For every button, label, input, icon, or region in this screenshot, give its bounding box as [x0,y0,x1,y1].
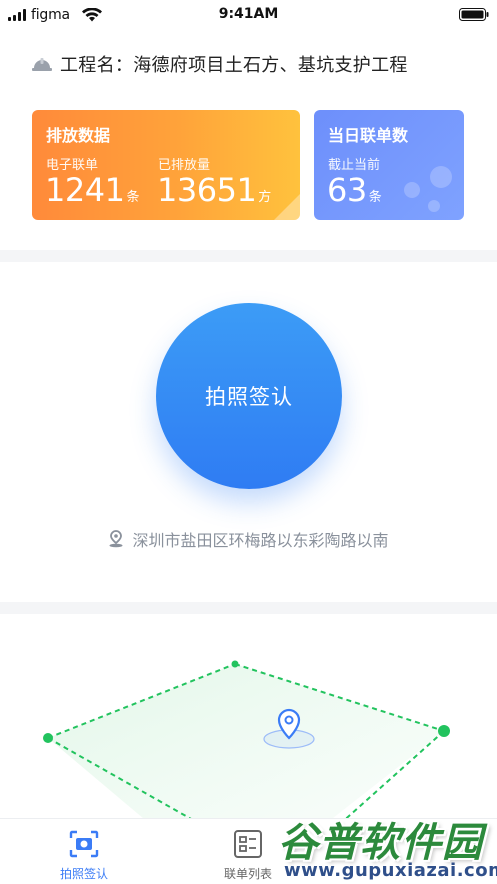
address-text: 深圳市盐田区环梅路以东彩陶路以南 [132,531,389,550]
watermark-url: www.gupuxiazai.com [284,860,497,881]
helmet-icon [32,58,52,71]
electronic-manifest-stat: 1241 条 [45,170,139,218]
daily-count-value: 63 [327,171,367,209]
discharged-amount-stat: 13651 方 [157,170,271,218]
discharge-card-title: 排放数据 [46,126,111,145]
geofence-vertex [231,660,239,668]
bubble-decoration [430,166,452,188]
discharge-data-card[interactable]: 排放数据 电子联单 1241 条 已排放量 13651 方 [32,110,300,220]
bubble-decoration [404,182,420,198]
geofence-vertex [43,733,53,743]
bubble-decoration [428,200,440,212]
page-fold-decoration [274,194,300,220]
geofence-map[interactable] [0,614,497,818]
camera-scan-icon [69,830,99,858]
geofence-area [48,664,444,818]
project-title: 工程名：海德府项目土石方、基坑支护工程 [32,52,408,76]
daily-card-title: 当日联单数 [328,126,409,145]
photo-sign-button[interactable]: 拍照签认 [156,303,342,489]
location-pin-icon [109,530,123,548]
project-name: 工程名：海德府项目土石方、基坑支护工程 [60,55,408,76]
tab-photo-sign[interactable]: 拍照签认 [22,819,146,884]
discharged-amount-unit: 方 [258,190,271,205]
daily-manifest-card[interactable]: 当日联单数 截止当前 63 条 [314,110,464,220]
daily-count-unit: 条 [368,190,382,205]
battery-icon [459,8,489,21]
current-location: 深圳市盐田区环梅路以东彩陶路以南 [0,527,497,551]
section-divider [0,250,497,262]
daily-count-stat: 63 条 [327,170,382,218]
site-watermark: 谷普软件园 www.gupuxiazai.com [274,806,497,883]
discharged-amount-value: 13651 [157,171,257,209]
tab-label: 拍照签认 [59,867,108,881]
geofence-svg [43,660,450,818]
electronic-manifest-value: 1241 [45,171,125,209]
electronic-manifest-unit: 条 [126,190,139,205]
list-icon [234,830,262,858]
status-bar: figma 9:41AM [0,0,497,32]
section-divider [0,602,497,614]
status-time: 9:41AM [218,6,279,22]
geofence-vertex [438,725,450,737]
